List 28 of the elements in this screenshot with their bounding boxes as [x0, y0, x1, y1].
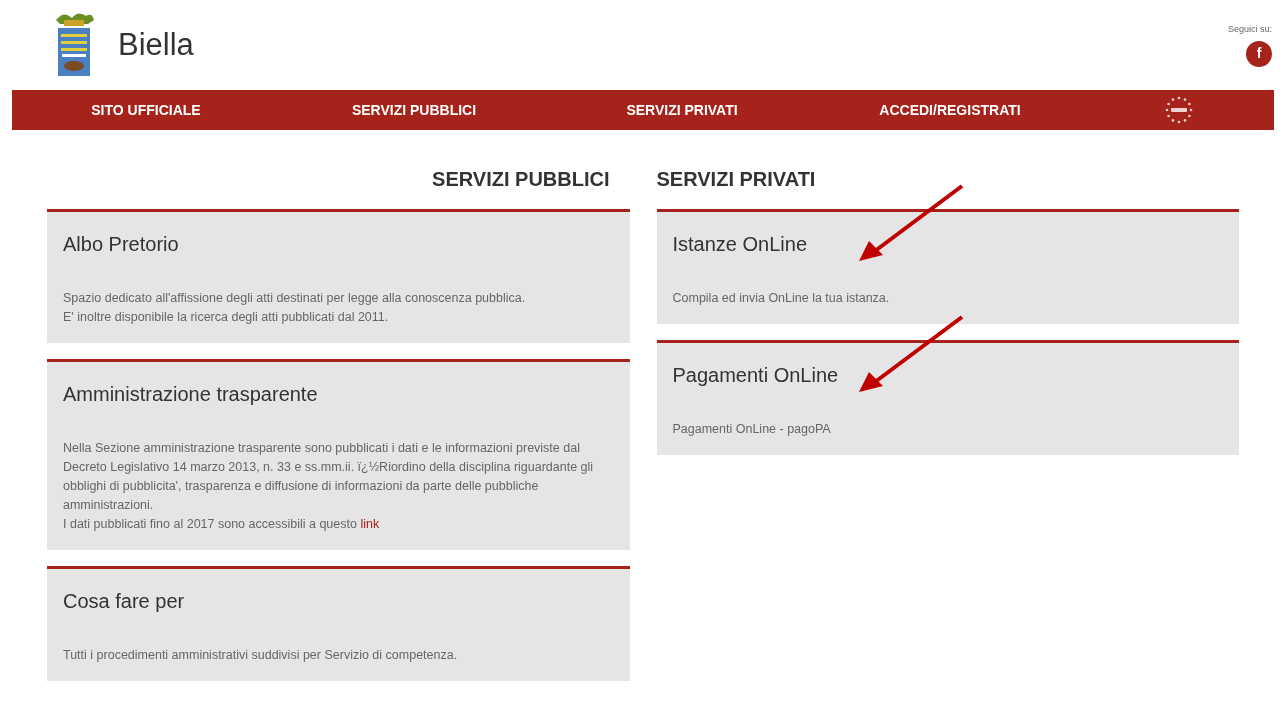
- card-text: E' inoltre disponibile la ricerca degli atti pubblicati dal 2011.: [63, 309, 390, 326]
- card-title: Albo Pretorio: [63, 232, 180, 257]
- service-card[interactable]: Albo Pretorio Spazio dedicato all'affissione degli atti destinati per legge alla conoscenza pubblica. E' inoltre disponibile la ricerca degli atti pubblicati dal 2011.: [47, 209, 630, 343]
- service-card[interactable]: Cosa fare per Tutti i procedimenti amministrativi suddivisi per Servizio di competenza.: [47, 566, 630, 681]
- card-title: Pagamenti OnLine: [672, 363, 840, 388]
- card-text: Pagamenti OnLine - pagoPA: [672, 421, 832, 438]
- follow-label: Seguici su:: [1227, 23, 1272, 37]
- card-text: Spazio dedicato all'affissione degli atti destinati per legge alla conoscenza pubblica.: [63, 290, 527, 307]
- facebook-link[interactable]: f: [1246, 40, 1272, 67]
- service-card[interactable]: [47, 359, 630, 550]
- service-card[interactable]: Istanze OnLine Compila ed invia OnLine la tua istanza.: [656, 209, 1239, 324]
- card-text: Compila ed invia OnLine la tua istanza.: [672, 290, 891, 307]
- nav-link[interactable]: SITO UFFICIALE: [12, 99, 280, 121]
- card-text: Tutti i procedimenti amministrativi suddivisi per Servizio di competenza.: [63, 647, 459, 664]
- card-title: Amministrazione trasparente: [63, 382, 319, 407]
- card-title: Cosa fare per: [63, 589, 186, 614]
- section-heading: SERVIZI PRIVATI: [656, 167, 816, 192]
- card-text: Nella Sezione amministrazione trasparente sono pubblicati i dati e le informazioni previste dal Decreto Legislativo 14 marzo 2013, n. 33 e ss.mm.ii. ï¿½Riordino della disciplina riguardante gli obblighi di pubblicita', trasparenza e diffusione di informazioni da parte delle pubbliche amministrazioni.: [63, 440, 595, 514]
- card-title: Istanze OnLine: [672, 232, 809, 257]
- service-card[interactable]: Pagamenti OnLine Pagamenti OnLine - pagoPA: [656, 340, 1239, 455]
- nav-link[interactable]: ACCEDI/REGISTRATI: [816, 99, 1084, 121]
- site-name: Biella: [118, 25, 194, 64]
- nav-link[interactable]: SERVIZI PRIVATI: [548, 99, 816, 121]
- stars-circle-icon[interactable]: [1164, 95, 1194, 125]
- card-text: I dati pubblicati fino al 2017 sono accessibili a questo link: [63, 516, 381, 533]
- section-heading: SERVIZI PUBBLICI: [432, 167, 610, 192]
- text-link[interactable]: link: [360, 517, 380, 531]
- nav-link[interactable]: SERVIZI PUBBLICI: [280, 99, 548, 121]
